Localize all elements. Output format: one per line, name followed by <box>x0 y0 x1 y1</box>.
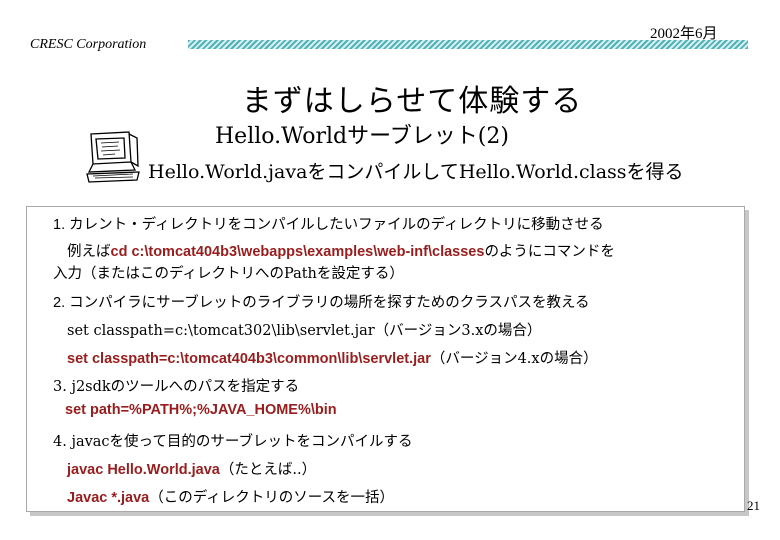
step-2-cmd-v3-note: （バージョン3.xの場合） <box>374 323 542 339</box>
step-4-command-1: javac Hello.World.java（たとえば..） <box>67 458 316 479</box>
step-4-cmd-2: Javac *.java <box>67 490 150 506</box>
step-1-example-prefix: 例えば <box>67 244 111 260</box>
slide-title: まずはしらせて体験する <box>241 84 583 119</box>
step-4-cmd-2-note: （このディレクトリのソースを一括） <box>149 490 395 506</box>
step-2-command-v3: set classpath=c:\tomcat302\lib\servlet.j… <box>67 319 541 340</box>
step-3-heading: 3. j2sdkのツールへのパスを指定する <box>53 379 300 395</box>
step-1-example-suffix: のようにコマンドを <box>484 244 615 260</box>
computer-clipart-icon <box>86 131 140 183</box>
step-1-note: 入力（またはこのディレクトリへのPathを設定する） <box>53 266 404 282</box>
company-name: CRESC Corporation <box>30 37 147 52</box>
step-3-command: set path=%PATH%;%JAVA_HOME%\bin <box>65 402 337 418</box>
slide-subtitle: Hello.Worldサーブレット(2) <box>215 124 509 149</box>
step-2-heading: 2. コンパイラにサーブレットのライブラリの場所を探すためのクラスパスを教える <box>53 295 590 311</box>
header-divider-bar <box>188 40 748 49</box>
step-4-cmd-1: javac Hello.World.java <box>67 462 220 478</box>
step-1-heading: 1. カレント・ディレクトリをコンパイルしたいファイルのディレクトリに移動させる <box>53 217 604 233</box>
step-1-example: 例えばcd c:\tomcat404b3\webapps\examples\we… <box>67 240 615 261</box>
page-number: 21 <box>747 498 760 513</box>
step-4-cmd-1-note: （たとえば..） <box>219 462 317 478</box>
step-2-cmd-v4-note: （バージョン4.xの場合） <box>430 351 598 367</box>
step-2-cmd-v3: set classpath=c:\tomcat302\lib\servlet.j… <box>67 323 375 339</box>
step-2-cmd-v4: set classpath=c:\tomcat404b3\common\lib\… <box>67 351 431 367</box>
step-4-heading: 4. javacを使って目的のサーブレットをコンパイルする <box>53 434 413 450</box>
step-4-command-2: Javac *.java（このディレクトリのソースを一括） <box>67 486 394 507</box>
step-3-cmd: set path=%PATH%;%JAVA_HOME%\bin <box>65 402 337 418</box>
step-2-command-v4: set classpath=c:\tomcat404b3\common\lib\… <box>67 347 598 368</box>
steps-panel: 1. カレント・ディレクトリをコンパイルしたいファイルのディレクトリに移動させる… <box>26 206 745 512</box>
slide-tagline: Hello.World.javaをコンパイルしてHello.World.clas… <box>148 161 684 183</box>
step-1-cd-command: cd c:\tomcat404b3\webapps\examples\web-i… <box>110 244 485 260</box>
